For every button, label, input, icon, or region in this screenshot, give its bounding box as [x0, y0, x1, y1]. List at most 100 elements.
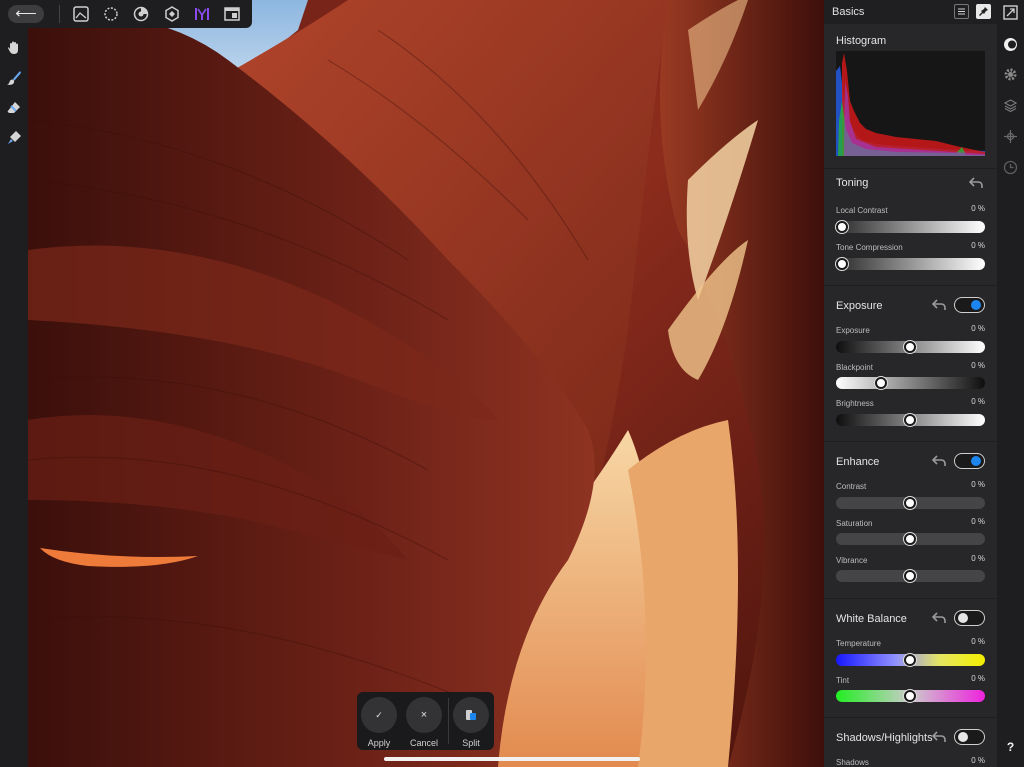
photo-persona-icon[interactable] [70, 3, 91, 25]
view-hand-icon[interactable] [4, 38, 24, 58]
brightness-thumb[interactable] [904, 414, 916, 426]
tint-label: Tint [836, 676, 850, 685]
shadows-highlights-title: Shadows/Highlights [836, 732, 933, 744]
enhance-toggle[interactable] [954, 453, 985, 469]
tone-compression-slider[interactable] [836, 258, 985, 270]
section-divider [824, 441, 997, 442]
exposure-slider[interactable] [836, 341, 985, 353]
develop-persona-icon[interactable] [131, 3, 152, 25]
eraser-icon[interactable] [4, 98, 24, 118]
shadows-highlights-toggle[interactable] [954, 729, 985, 745]
apply-button[interactable]: ✓ [361, 697, 397, 733]
photo-canvas[interactable] [28, 0, 824, 767]
local-contrast-value: 0 % [971, 204, 985, 213]
shadows-label: Shadows [836, 758, 869, 767]
exposure-value: 0 % [971, 324, 985, 333]
contrast-label: Contrast [836, 482, 867, 491]
brightness-value: 0 % [971, 397, 985, 406]
panel-title: Basics [832, 6, 865, 18]
tone-mapping-persona-icon[interactable] [161, 3, 182, 25]
toning-title: Toning [836, 177, 869, 189]
toggle-panels-icon[interactable] [1002, 4, 1019, 21]
apply-label: Apply [367, 738, 391, 748]
tone-compression-label: Tone Compression [836, 243, 903, 252]
brush-icon[interactable] [4, 68, 24, 88]
checkmark-icon: ✓ [375, 709, 383, 720]
local-contrast-thumb[interactable] [836, 221, 848, 233]
white-balance-toggle[interactable] [954, 610, 985, 626]
liquify-persona-icon[interactable] [100, 3, 121, 25]
local-contrast-slider[interactable] [836, 221, 985, 233]
shadows-highlights-reset-icon[interactable] [932, 731, 946, 743]
temperature-thumb[interactable] [904, 654, 916, 666]
help-icon: ? [1006, 739, 1015, 754]
cancel-button[interactable]: × [406, 697, 442, 733]
tint-slider[interactable] [836, 690, 985, 702]
enhance-reset-icon[interactable] [932, 455, 946, 467]
tone-compression-thumb[interactable] [836, 258, 848, 270]
layers-icon[interactable] [1002, 97, 1019, 114]
tone-compression-value: 0 % [971, 241, 985, 250]
toggle-knob [958, 613, 968, 623]
exposure-thumb[interactable] [904, 341, 916, 353]
tint-thumb[interactable] [904, 690, 916, 702]
white-balance-reset-icon[interactable] [932, 612, 946, 624]
enhance-title: Enhance [836, 456, 880, 468]
studio-strip: ? [997, 0, 1024, 767]
temperature-slider[interactable] [836, 654, 985, 666]
saturation-slider[interactable] [836, 533, 985, 545]
toggle-knob [971, 456, 981, 466]
basics-panel: Basics Histogram Toning Local Contrast 0… [824, 0, 997, 767]
panel-header: Basics [824, 0, 997, 24]
temperature-label: Temperature [836, 639, 881, 648]
pin-icon[interactable] [976, 4, 991, 19]
contrast-thumb[interactable] [904, 497, 916, 509]
settings-gear-icon[interactable] [1002, 66, 1019, 83]
split-button[interactable] [453, 697, 489, 733]
exposure-title: Exposure [836, 300, 883, 312]
shadows-value: 0 % [971, 756, 985, 765]
blackpoint-label: Blackpoint [836, 363, 873, 372]
view-mode-icon[interactable] [222, 3, 243, 25]
section-divider [824, 168, 997, 169]
toning-reset-icon[interactable] [969, 177, 983, 189]
split-label: Split [462, 738, 480, 748]
vibrance-thumb[interactable] [904, 570, 916, 582]
exposure-reset-icon[interactable] [932, 299, 946, 311]
saturation-value: 0 % [971, 517, 985, 526]
tone-studio-icon[interactable] [1002, 36, 1019, 53]
histogram [836, 51, 985, 156]
toggle-knob [971, 300, 981, 310]
back-arrow-icon: ⟵ [15, 5, 37, 22]
section-divider [824, 717, 997, 718]
white-balance-title: White Balance [836, 613, 907, 625]
export-persona-icon[interactable] [191, 3, 212, 25]
blackpoint-slider[interactable] [836, 377, 985, 389]
temperature-value: 0 % [971, 637, 985, 646]
canyon-photo [28, 0, 824, 767]
brightness-slider[interactable] [836, 414, 985, 426]
exposure-label: Exposure [836, 326, 870, 335]
vibrance-slider[interactable] [836, 570, 985, 582]
exposure-toggle[interactable] [954, 297, 985, 313]
local-contrast-label: Local Contrast [836, 206, 888, 215]
context-toolbar: ✓ Apply × Cancel Split [357, 692, 494, 750]
blackpoint-value: 0 % [971, 361, 985, 370]
section-divider [824, 285, 997, 286]
transform-icon[interactable] [1002, 128, 1019, 145]
back-button[interactable]: ⟵ [8, 5, 44, 23]
help-button[interactable]: ? [1002, 738, 1019, 755]
contrast-slider[interactable] [836, 497, 985, 509]
vibrance-value: 0 % [971, 554, 985, 563]
persona-toolbar: ⟵ [0, 0, 252, 28]
section-divider [824, 598, 997, 599]
presets-list-icon[interactable] [954, 4, 969, 19]
history-icon[interactable] [1002, 159, 1019, 176]
clone-icon[interactable] [4, 128, 24, 148]
toolbar-divider [58, 5, 60, 23]
split-view-icon [466, 710, 476, 720]
saturation-thumb[interactable] [904, 533, 916, 545]
saturation-label: Saturation [836, 519, 873, 528]
brightness-label: Brightness [836, 399, 874, 408]
blackpoint-thumb[interactable] [875, 377, 887, 389]
